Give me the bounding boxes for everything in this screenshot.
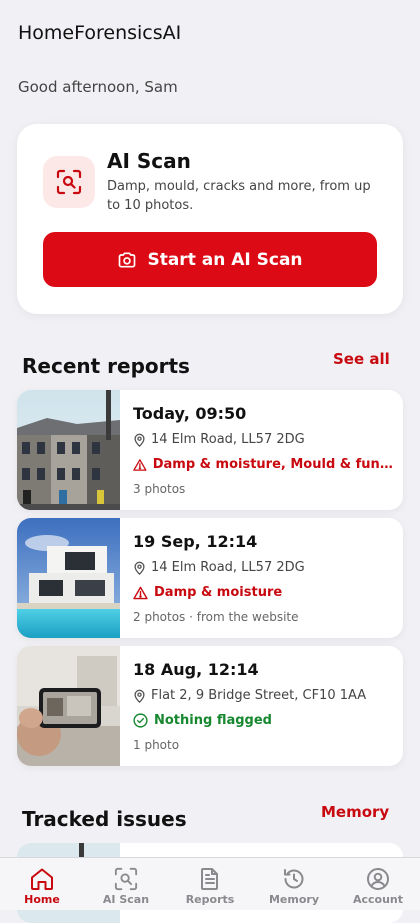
report-date: Today, 09:50 <box>133 404 247 423</box>
camera-icon <box>119 252 136 267</box>
report-address-text: 14 Elm Road, LL57 2DG <box>151 432 305 447</box>
report-thumbnail <box>17 646 120 766</box>
nav-label: Memory <box>268 893 320 906</box>
location-pin-icon <box>134 433 145 447</box>
report-card[interactable]: 18 Aug, 12:14 Flat 2, 9 Bridge Street, C… <box>17 646 403 766</box>
report-address: 14 Elm Road, LL57 2DG <box>133 432 305 447</box>
scan-card-description: Damp, mould, cracks and more, from up to… <box>107 179 371 213</box>
warning-icon <box>133 586 148 599</box>
app-title: HomeForensicsAI <box>18 22 182 44</box>
report-date: 18 Aug, 12:14 <box>133 660 259 679</box>
report-issues-text: Damp & moisture, Mould & fungal... <box>152 457 395 472</box>
start-ai-scan-button[interactable]: Start an AI Scan <box>43 232 377 287</box>
report-address-text: Flat 2, 9 Bridge Street, CF10 1AA <box>151 688 367 703</box>
location-pin-icon <box>134 561 145 575</box>
nav-item-reports[interactable]: Reports <box>168 858 252 910</box>
report-issues-text: Nothing flagged <box>154 713 272 728</box>
nav-label: Home <box>24 893 60 906</box>
nav-label: Reports <box>185 893 235 906</box>
report-issues: Nothing flagged <box>133 713 395 728</box>
start-ai-scan-label: Start an AI Scan <box>147 249 303 270</box>
nav-item-account[interactable]: Account <box>336 858 420 910</box>
tracked-issues-title: Tracked issues <box>22 807 187 831</box>
scan-card-title: AI Scan <box>107 149 191 173</box>
report-card[interactable]: Today, 09:50 14 Elm Road, LL57 2DG Damp … <box>17 390 403 510</box>
nav-label: Account <box>352 893 404 906</box>
history-icon <box>284 869 304 889</box>
document-icon <box>201 868 218 890</box>
report-meta: 1 photo <box>133 738 180 752</box>
nav-item-home[interactable]: Home <box>0 858 84 910</box>
greeting: Good afternoon, Sam <box>18 78 178 96</box>
location-pin-icon <box>134 689 145 703</box>
home-icon <box>31 868 53 890</box>
report-date: 19 Sep, 12:14 <box>133 532 258 551</box>
report-address: 14 Elm Road, LL57 2DG <box>133 560 305 575</box>
bottom-navigation: Home AI Scan Reports Memory Account <box>0 857 420 910</box>
report-address: Flat 2, 9 Bridge Street, CF10 1AA <box>133 688 366 703</box>
memory-link[interactable]: Memory <box>321 803 389 821</box>
report-meta: 2 photos · from the website <box>133 610 299 624</box>
report-address-text: 14 Elm Road, LL57 2DG <box>151 560 305 575</box>
nav-item-ai-scan[interactable]: AI Scan <box>84 858 168 910</box>
report-issues: Damp & moisture <box>133 585 395 600</box>
report-issues: Damp & moisture, Mould & fungal... <box>133 457 395 472</box>
nav-label: AI Scan <box>102 893 150 906</box>
recent-reports-title: Recent reports <box>22 354 190 378</box>
report-thumbnail <box>17 518 120 638</box>
nav-item-memory[interactable]: Memory <box>252 858 336 910</box>
check-circle-icon <box>133 713 148 728</box>
report-thumbnail <box>17 390 120 510</box>
scan-icon <box>114 867 138 891</box>
report-meta: 3 photos <box>133 482 186 496</box>
see-all-link[interactable]: See all <box>333 350 390 368</box>
warning-icon <box>133 458 147 471</box>
report-card[interactable]: 19 Sep, 12:14 14 Elm Road, LL57 2DG Damp… <box>17 518 403 638</box>
report-issues-text: Damp & moisture <box>154 585 283 600</box>
ai-scan-card: AI Scan Damp, mould, cracks and more, fr… <box>17 124 403 314</box>
scan-search-icon <box>43 156 95 208</box>
account-icon <box>367 868 389 890</box>
